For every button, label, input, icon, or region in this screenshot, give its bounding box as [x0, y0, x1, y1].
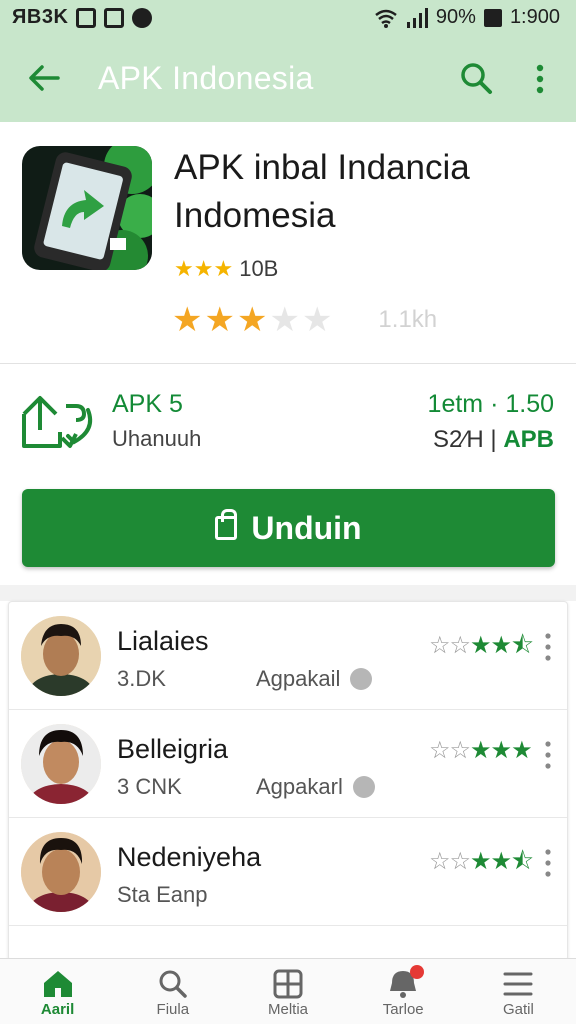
- menu-icon: [503, 972, 533, 996]
- battery-percent: 90%: [435, 6, 476, 28]
- file-type: APB: [503, 426, 554, 453]
- review-tag: Agpakail: [256, 666, 373, 692]
- notification-square-icon: [76, 7, 97, 28]
- review-meta: 3.DK: [117, 666, 166, 691]
- review-meta: Sta Eanp: [117, 882, 208, 907]
- review-tag-label: Agpakarl: [256, 774, 343, 799]
- download-size: 1.1kh: [378, 306, 438, 333]
- more-vert-icon[interactable]: [541, 848, 555, 878]
- nav-label: Aaril: [40, 1001, 75, 1018]
- user-badge-icon: [350, 668, 373, 690]
- review-stars: ☆☆★★⯪: [429, 632, 534, 659]
- avatar: [21, 832, 101, 912]
- page-title: APK Indonesia: [98, 60, 314, 96]
- bottom-nav: Aaril Fiula Meltia Tarloe Gatil: [0, 958, 576, 1024]
- star-icon: ★: [236, 301, 268, 339]
- file-size: S2⁄H | APB: [433, 426, 554, 454]
- review-item[interactable]: Belleigria 3 CNK Agpakarl ☆☆★★★: [9, 710, 567, 818]
- apps-grid-icon: [273, 969, 303, 999]
- file-size-value: S2⁄H |: [433, 426, 497, 453]
- review-tag: Agpakarl: [256, 774, 375, 800]
- nav-label: Gatil: [502, 1001, 534, 1018]
- nav-label: Fiula: [156, 1001, 190, 1018]
- update-date: 1etm · 1.50: [427, 390, 554, 418]
- download-button[interactable]: Unduin: [22, 489, 555, 567]
- review-item[interactable]: Nedeniyeha Sta Eanp ☆☆★★⯪: [9, 818, 567, 926]
- search-icon[interactable]: [456, 58, 496, 98]
- review-meta: 3 CNK: [117, 774, 182, 799]
- more-vert-icon[interactable]: [541, 632, 555, 662]
- app-name: APK inbal Indancia Indomesia: [174, 148, 470, 235]
- version-subtitle: Uhanuuh: [112, 426, 202, 451]
- avatar: [21, 616, 101, 696]
- star-rating: ★ ★ ★ ★ ★ 1.1kh: [172, 300, 472, 340]
- star-empty-icon: ★: [269, 301, 300, 339]
- avatar: [21, 724, 101, 804]
- review-stars: ☆☆★★⯪: [429, 848, 534, 875]
- nav-label: Meltia: [268, 1001, 309, 1018]
- clock: 1:900: [509, 6, 560, 28]
- nav-item-apps[interactable]: Meltia: [230, 959, 345, 1024]
- version-info: APK 5 Uhanuuh 1etm · 1.50 S2⁄H | APB: [0, 378, 576, 468]
- app-bar: APK Indonesia: [0, 46, 576, 112]
- star-icon: ★: [204, 301, 235, 339]
- search-icon: [159, 970, 187, 998]
- wifi-icon: [375, 9, 397, 28]
- more-vert-icon[interactable]: [528, 60, 552, 100]
- review-list: Lialaies 3.DK Agpakail ☆☆★★⯪ Belleigria …: [8, 601, 568, 961]
- reviewer-name: Nedeniyeha: [117, 842, 262, 872]
- nav-item-notifications[interactable]: Tarloe: [346, 959, 461, 1024]
- small-stars-icon: ★★★: [174, 256, 234, 281]
- star-icon: ★: [172, 301, 203, 339]
- star-empty-icon: ★: [301, 301, 333, 339]
- status-right: 90% 1:900: [374, 6, 560, 29]
- notification-badge: [409, 965, 424, 979]
- app-header: APK inbal Indancia Indomesia ★★★ 10B ★ ★…: [0, 122, 576, 364]
- back-arrow-icon[interactable]: [24, 58, 64, 98]
- mail-icon: [104, 7, 125, 28]
- nav-item-home[interactable]: Aaril: [0, 959, 115, 1024]
- section-divider: [0, 585, 576, 601]
- app-logo-icon: [22, 146, 152, 270]
- battery-icon: [483, 8, 502, 27]
- nav-item-search[interactable]: Fiula: [115, 959, 230, 1024]
- rating-summary: ★★★ 10B: [174, 256, 278, 282]
- rating-count: 10B: [239, 256, 279, 281]
- download-button-label: Unduin: [251, 509, 362, 546]
- carrier-text: ЯB3K: [12, 6, 69, 28]
- top-bar: ЯB3K 90% 1:900 APK Indonesia: [0, 0, 576, 122]
- status-left: ЯB3K: [12, 6, 153, 29]
- more-vert-icon[interactable]: [541, 740, 555, 770]
- review-stars: ☆☆★★★: [429, 737, 533, 764]
- version-label: APK 5: [112, 390, 183, 418]
- apk-update-icon: [22, 396, 93, 448]
- nav-label: Tarloe: [382, 1001, 424, 1018]
- user-badge-icon: [352, 776, 375, 798]
- review-tag-label: Agpakail: [256, 666, 341, 691]
- home-icon: [43, 971, 72, 997]
- status-bar: ЯB3K 90% 1:900: [0, 0, 576, 34]
- reviewer-name: Belleigria: [117, 734, 229, 764]
- nav-item-menu[interactable]: Gatil: [461, 959, 576, 1024]
- signal-icon: [406, 7, 428, 28]
- reviewer-name: Lialaies: [117, 626, 209, 656]
- review-item[interactable]: Lialaies 3.DK Agpakail ☆☆★★⯪: [9, 602, 567, 710]
- shield-icon: [132, 7, 153, 28]
- shopping-bag-icon: [215, 509, 238, 540]
